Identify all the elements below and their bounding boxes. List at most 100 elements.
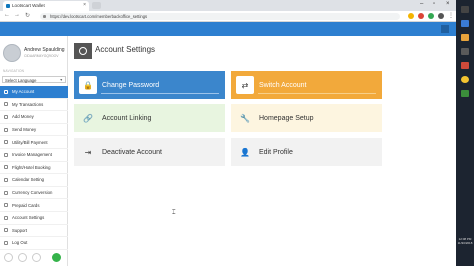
- user-id: CIDAARM4YGQ9OOV: [24, 54, 59, 58]
- url-input[interactable]: https://dev.lootscart.com/memberbackoffi…: [40, 13, 400, 20]
- clock-date: 11/30/2018: [457, 240, 473, 245]
- language-select[interactable]: Select Language ▼: [2, 76, 66, 83]
- chat-icon[interactable]: [4, 253, 13, 262]
- back-icon[interactable]: ←: [4, 12, 10, 18]
- pause-icon[interactable]: [32, 253, 41, 262]
- taskbar-app-icon[interactable]: [461, 90, 469, 97]
- switch-arrows-icon: ⇄: [236, 76, 254, 94]
- forward-icon[interactable]: →: [14, 12, 20, 18]
- browser-tab-bar: Lootscart Wallet × – ▫ ×: [0, 0, 456, 11]
- card-label: Homepage Setup: [259, 114, 314, 122]
- support-icon: [4, 228, 8, 233]
- sidebar-item-label: My Account: [12, 89, 35, 95]
- gear-icon: [4, 215, 8, 220]
- new-tab-button[interactable]: [92, 2, 101, 9]
- sidebar-menu: My Account My Transactions Add Money Sen…: [0, 86, 68, 250]
- language-select-value: Select Language: [5, 77, 37, 83]
- sidebar-item-label: Calendar Setting: [12, 177, 45, 183]
- sidebar: Andrew Spaulding CIDAARM4YGQ9OOV NAVIGAT…: [0, 36, 68, 266]
- sidebar-item-calendar[interactable]: Calendar Setting: [0, 174, 68, 187]
- mouse-cursor-icon: ⌶: [172, 210, 176, 216]
- sidebar-item-send-money[interactable]: Send Money: [0, 124, 68, 137]
- sidebar-item-my-transactions[interactable]: My Transactions: [0, 99, 68, 112]
- sidebar-item-account-settings[interactable]: Account Settings: [0, 212, 68, 225]
- link-icon: 🔗: [79, 109, 97, 127]
- system-clock[interactable]: 12:08 PM 11/30/2018: [457, 237, 473, 245]
- currency-icon: [4, 190, 8, 195]
- divider: [101, 93, 219, 94]
- taskbar-app-icon[interactable]: [461, 6, 469, 13]
- sidebar-item-label: Invoice Management: [12, 152, 52, 158]
- sidebar-item-support[interactable]: Support: [0, 225, 68, 238]
- sidebar-bottom-toolbar: [4, 252, 68, 264]
- sidebar-item-currency[interactable]: Currency Conversion: [0, 187, 68, 200]
- check-icon[interactable]: [52, 253, 61, 262]
- sidebar-item-my-account[interactable]: My Account: [0, 86, 68, 99]
- profile-icon[interactable]: [438, 13, 444, 19]
- extension-icon-3[interactable]: [428, 13, 434, 19]
- extension-icon-2[interactable]: [418, 13, 424, 19]
- user-icon: [4, 89, 8, 94]
- user-name: Andrew Spaulding: [24, 47, 65, 53]
- homepage-setup-card[interactable]: 🔧 Homepage Setup: [231, 104, 382, 132]
- sidebar-item-label: Account Settings: [12, 215, 45, 221]
- close-window-icon[interactable]: ×: [446, 1, 450, 7]
- sidebar-item-invoice[interactable]: Invoice Management: [0, 149, 68, 162]
- sidebar-item-label: Prepaid Cards: [12, 202, 40, 208]
- account-linking-card[interactable]: 🔗 Account Linking: [74, 104, 225, 132]
- chrome-icon[interactable]: [461, 76, 469, 83]
- url-text: https://dev.lootscart.com/memberbackoffi…: [50, 14, 148, 20]
- send-icon: [4, 127, 8, 132]
- invoice-icon: [4, 152, 8, 157]
- nav-section-label: NAVIGATION: [3, 69, 25, 73]
- sidebar-item-log-out[interactable]: Log Out: [0, 237, 68, 250]
- sidebar-item-label: Flight/Hotel Booking: [12, 164, 51, 170]
- logout-icon: [4, 240, 8, 245]
- switch-account-card[interactable]: ⇄ Switch Account: [231, 71, 382, 99]
- divider: [258, 93, 376, 94]
- browser-tab[interactable]: Lootscart Wallet ×: [3, 1, 89, 11]
- reload-icon[interactable]: ↻: [25, 12, 30, 19]
- avatar[interactable]: [3, 44, 21, 62]
- card-label: Change Password: [102, 81, 160, 89]
- browser-menu-icon[interactable]: ⋮: [448, 12, 454, 19]
- header-menu-button[interactable]: [441, 25, 449, 33]
- sidebar-item-flight-hotel[interactable]: Flight/Hotel Booking: [0, 162, 68, 175]
- maximize-icon[interactable]: ▫: [433, 1, 435, 7]
- minimize-icon[interactable]: –: [420, 1, 423, 7]
- tab-title: Lootscart Wallet: [12, 3, 45, 8]
- plane-icon: [4, 165, 8, 170]
- wrench-icon: 🔧: [236, 109, 254, 127]
- sidebar-item-label: Send Money: [12, 127, 37, 133]
- card-label: Switch Account: [259, 81, 307, 89]
- extension-icon[interactable]: [408, 13, 414, 19]
- deactivate-account-card[interactable]: ⇥ Deactivate Account: [74, 138, 225, 166]
- change-password-card[interactable]: 🔒 Change Password: [74, 71, 225, 99]
- lock-icon: 🔒: [79, 76, 97, 94]
- secure-lock-icon: [43, 14, 46, 18]
- chevron-down-icon: ▼: [59, 78, 63, 82]
- taskbar-app-icon[interactable]: [461, 62, 469, 69]
- settings-header-icon: [74, 43, 92, 59]
- sign-out-icon: ⇥: [79, 143, 97, 161]
- taskbar-app-icon[interactable]: [461, 20, 469, 27]
- gear-icon: [79, 47, 87, 55]
- card-icon: [4, 203, 8, 208]
- folder-icon[interactable]: [461, 34, 469, 41]
- close-icon[interactable]: [18, 253, 27, 262]
- sidebar-item-utility-bill[interactable]: Utility/Bill Payment: [0, 136, 68, 149]
- sidebar-item-label: Add Money: [12, 114, 34, 120]
- sidebar-item-label: My Transactions: [12, 101, 44, 107]
- sidebar-item-label: Log Out: [12, 240, 28, 246]
- taskbar-app-icon[interactable]: [461, 48, 469, 55]
- plus-icon: [4, 114, 8, 119]
- sidebar-item-add-money[interactable]: Add Money: [0, 111, 68, 124]
- os-taskbar: 12:08 PM 11/30/2018: [456, 0, 474, 266]
- browser-address-bar: ← → ↻ https://dev.lootscart.com/memberba…: [0, 11, 456, 22]
- tab-close-icon[interactable]: ×: [83, 2, 86, 8]
- sidebar-item-prepaid-cards[interactable]: Prepaid Cards: [0, 199, 68, 212]
- edit-profile-card[interactable]: 👤 Edit Profile: [231, 138, 382, 166]
- page-title: Account Settings: [95, 45, 156, 54]
- list-icon: [4, 102, 8, 107]
- sidebar-item-label: Support: [12, 227, 28, 233]
